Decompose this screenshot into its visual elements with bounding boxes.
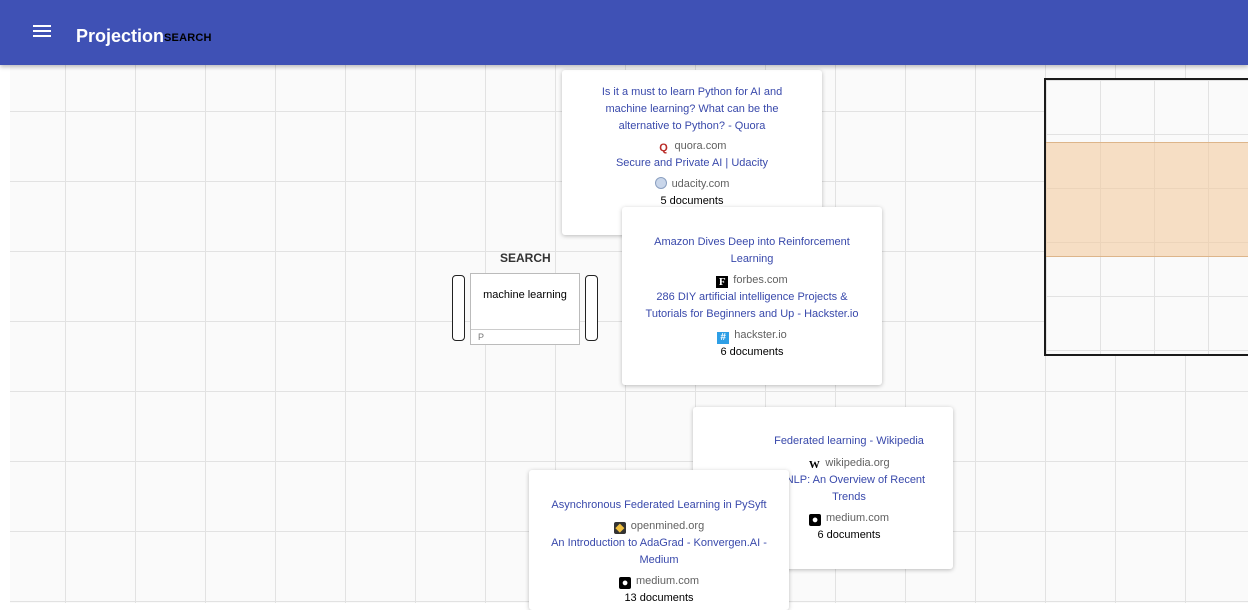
result-link[interactable]: Asynchronous Federated Learning in PySyf… <box>547 497 771 514</box>
hackster-icon: # <box>717 332 730 344</box>
result-domain: openmined.org <box>630 520 705 532</box>
result-domain: wikipedia.org <box>825 457 890 469</box>
result-domain: hackster.io <box>734 329 787 341</box>
result-domain-row: ● medium.com <box>547 572 771 590</box>
forbes-icon: F <box>716 276 729 288</box>
app-bar: Projection SEARCH <box>0 0 1248 65</box>
result-domain: quora.com <box>674 140 727 152</box>
right-resize-handle[interactable] <box>585 275 598 341</box>
result-domain: udacity.com <box>671 178 730 190</box>
result-link[interactable]: 286 DIY artificial intelligence Projects… <box>636 289 868 323</box>
search-query[interactable]: machine learning <box>471 289 579 301</box>
result-link[interactable]: Federated learning - Wikipedia <box>763 433 935 450</box>
left-resize-handle[interactable] <box>452 275 465 341</box>
minimap-viewport[interactable] <box>1046 142 1248 257</box>
menu-icon[interactable] <box>33 22 51 42</box>
result-domain-row: ◆ openmined.org <box>547 517 771 535</box>
result-domain: medium.com <box>636 575 699 587</box>
medium-icon: ● <box>809 514 822 526</box>
result-card[interactable]: Amazon Dives Deep into Reinforcement Lea… <box>622 207 882 385</box>
search-footer: P <box>471 329 579 344</box>
result-card[interactable]: Asynchronous Federated Learning in PySyf… <box>529 470 789 610</box>
result-domain-row: Fforbes.com <box>636 271 868 289</box>
result-link[interactable]: Is it a must to learn Python for AI and … <box>580 84 804 135</box>
document-count: 6 documents <box>720 346 784 358</box>
search-widget[interactable]: SEARCH machine learning P <box>452 248 602 348</box>
result-link[interactable]: Secure and Private AI | Udacity <box>580 155 804 172</box>
result-domain-row: udacity.com <box>580 175 804 193</box>
result-domain-row: # hackster.io <box>636 326 868 344</box>
search-label: SEARCH <box>500 251 551 265</box>
result-domain: forbes.com <box>733 274 788 286</box>
app-title: Projection <box>76 26 165 46</box>
result-link[interactable]: Amazon Dives Deep into Reinforcement Lea… <box>636 234 868 268</box>
wikipedia-icon: W <box>808 459 820 471</box>
search-box[interactable]: machine learning P <box>470 273 580 345</box>
globe-icon <box>654 177 667 189</box>
document-count: 13 documents <box>624 592 694 604</box>
medium-icon: ● <box>619 577 632 589</box>
openmined-icon: ◆ <box>613 522 626 534</box>
result-domain: medium.com <box>826 512 889 524</box>
quora-icon: Q <box>659 142 668 154</box>
minimap-frame[interactable] <box>1044 78 1248 356</box>
app-subtitle: SEARCH <box>164 32 212 44</box>
result-link[interactable]: An Introduction to AdaGrad - Konvergen.A… <box>547 535 771 569</box>
result-domain-row: Qquora.com <box>580 137 804 155</box>
